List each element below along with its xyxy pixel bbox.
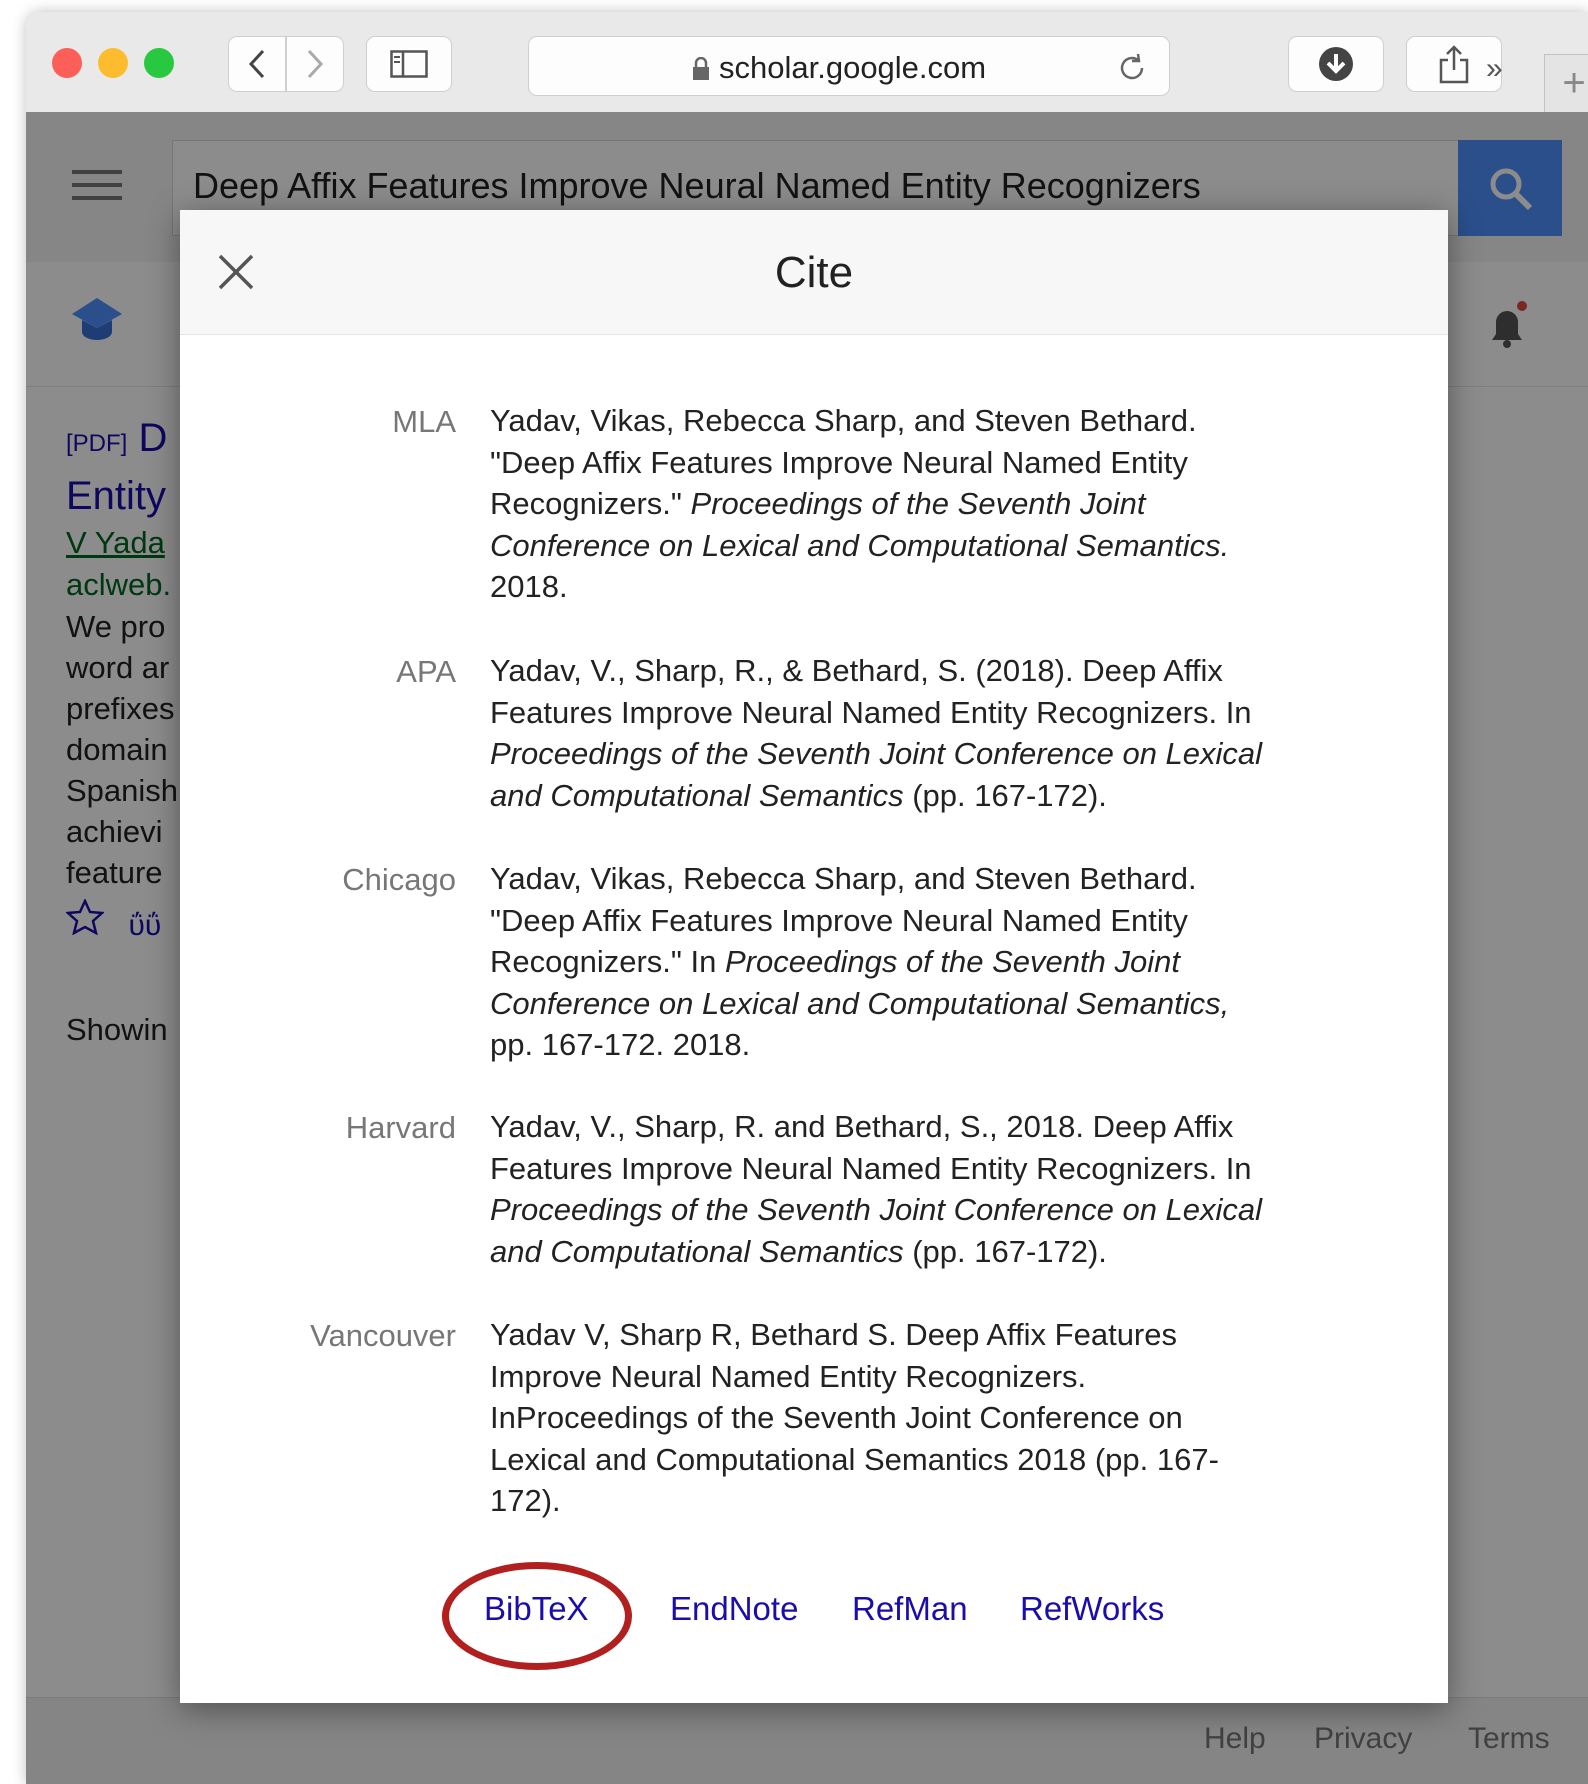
citation-line: Yadav, V., Sharp, R., & Bethard, S. (201… — [490, 653, 1223, 688]
citation-line: Improve Neural Named Entity Recognizers. — [490, 1358, 1087, 1394]
citation-text: (pp. 167-172). — [903, 777, 1107, 813]
sidebar-button[interactable] — [366, 36, 452, 92]
forward-button[interactable] — [286, 36, 344, 92]
citation-line: Yadav, Vikas, Rebecca Sharp, and Steven … — [490, 861, 1197, 896]
citation-line: Recognizers." In Proceedings of the Seve… — [490, 941, 1370, 983]
citation-line: Yadav, V., Sharp, R. and Bethard, S., 20… — [490, 1109, 1234, 1144]
citation-vancouver[interactable]: Yadav V, Sharp R, Bethard S. Deep Affix … — [490, 1314, 1370, 1522]
dialog-title: Cite — [774, 248, 854, 297]
sidebar-icon — [390, 50, 428, 78]
lock-icon — [693, 57, 709, 80]
citation-line: Proceedings of the Seventh Joint Confere… — [490, 733, 1370, 775]
downloads-button[interactable] — [1288, 36, 1384, 92]
reload-icon[interactable] — [1115, 51, 1149, 85]
citation-style-label: Harvard — [345, 1110, 456, 1145]
minimize-window-button[interactable] — [98, 48, 128, 78]
endnote-link[interactable]: EndNote — [670, 1590, 798, 1628]
refman-link[interactable]: RefMan — [852, 1590, 968, 1628]
citation-line: and Computational Semantics (pp. 167-172… — [490, 775, 1370, 817]
citation-style-label: Vancouver — [310, 1318, 456, 1353]
dialog-header: Cite — [180, 210, 1448, 335]
citation-chicago[interactable]: Yadav, Vikas, Rebecca Sharp, and Steven … — [490, 858, 1370, 1066]
chevron-right-icon — [307, 49, 324, 79]
citation-style-label: APA — [396, 654, 456, 689]
citation-line: Lexical and Computational Semantics 2018… — [490, 1441, 1219, 1477]
citation-text: Recognizers." In — [490, 944, 725, 979]
browser-window: scholar.google.com » + Deep Affix Featur… — [26, 12, 1588, 1784]
more-toolbar-button[interactable]: » — [1486, 52, 1503, 86]
citation-line: and Computational Semantics (pp. 167-172… — [490, 1231, 1370, 1273]
citation-line: 172). — [490, 1483, 561, 1518]
url-text: scholar.google.com — [719, 50, 987, 85]
citation-text: Recognizers." — [490, 486, 691, 521]
back-button[interactable] — [228, 36, 286, 92]
citation-line: Conference on Lexical and Computational … — [490, 983, 1370, 1025]
citation-line: Yadav, Vikas, Rebecca Sharp, and Steven … — [490, 403, 1197, 438]
refworks-link[interactable]: RefWorks — [1020, 1590, 1164, 1628]
citation-line: Conference on Lexical and Computational … — [490, 525, 1370, 567]
citation-line: Features Improve Neural Named Entity Rec… — [490, 694, 1252, 730]
close-window-button[interactable] — [52, 48, 82, 78]
citation-venue: Conference on Lexical and Computational … — [490, 985, 1230, 1021]
citation-line: Proceedings of the Seventh Joint Confere… — [490, 1189, 1370, 1231]
citation-venue: and Computational Semantics — [490, 1233, 904, 1269]
citation-harvard[interactable]: Yadav, V., Sharp, R. and Bethard, S., 20… — [490, 1106, 1370, 1272]
citation-line: "Deep Affix Features Improve Neural Name… — [490, 902, 1188, 938]
citation-style-label: MLA — [392, 404, 456, 439]
citation-venue: and Computational Semantics — [490, 777, 904, 813]
download-icon — [1319, 47, 1353, 81]
citation-line: "Deep Affix Features Improve Neural Name… — [490, 444, 1188, 480]
browser-toolbar: scholar.google.com » + — [26, 12, 1588, 113]
citation-line: pp. 167-172. 2018. — [490, 1027, 751, 1062]
share-icon — [1439, 45, 1469, 84]
citation-venue: Proceedings of the Seventh Joint Confere… — [490, 1192, 1263, 1227]
new-tab-button[interactable]: + — [1544, 54, 1588, 112]
citation-style-label: Chicago — [342, 862, 456, 897]
address-bar[interactable]: scholar.google.com — [528, 36, 1170, 96]
chevron-left-icon — [248, 49, 265, 79]
cite-dialog: Cite MLA Yadav, Vikas, Rebecca Sharp, an… — [180, 210, 1448, 1703]
citation-venue: Proceedings of the Seventh Joint — [725, 944, 1180, 979]
citation-venue: Proceedings of the Seventh Joint Confere… — [490, 736, 1263, 771]
citation-venue: Conference on Lexical and Computational … — [490, 527, 1230, 563]
citation-line: Recognizers." Proceedings of the Seventh… — [490, 483, 1370, 525]
citation-text: (pp. 167-172). — [903, 1233, 1107, 1269]
citation-venue: Proceedings of the Seventh Joint — [690, 486, 1146, 521]
citation-line: 2018. — [490, 569, 568, 604]
highlight-circle — [442, 1562, 632, 1670]
citation-line: Features Improve Neural Named Entity Rec… — [490, 1150, 1252, 1186]
citation-line: Yadav V, Sharp R, Bethard S. Deep Affix … — [490, 1317, 1177, 1352]
citation-line: InProceedings of the Seventh Joint Confe… — [490, 1400, 1183, 1435]
zoom-window-button[interactable] — [144, 48, 174, 78]
citation-apa[interactable]: Yadav, V., Sharp, R., & Bethard, S. (201… — [490, 650, 1370, 816]
citation-mla[interactable]: Yadav, Vikas, Rebecca Sharp, and Steven … — [490, 400, 1370, 608]
